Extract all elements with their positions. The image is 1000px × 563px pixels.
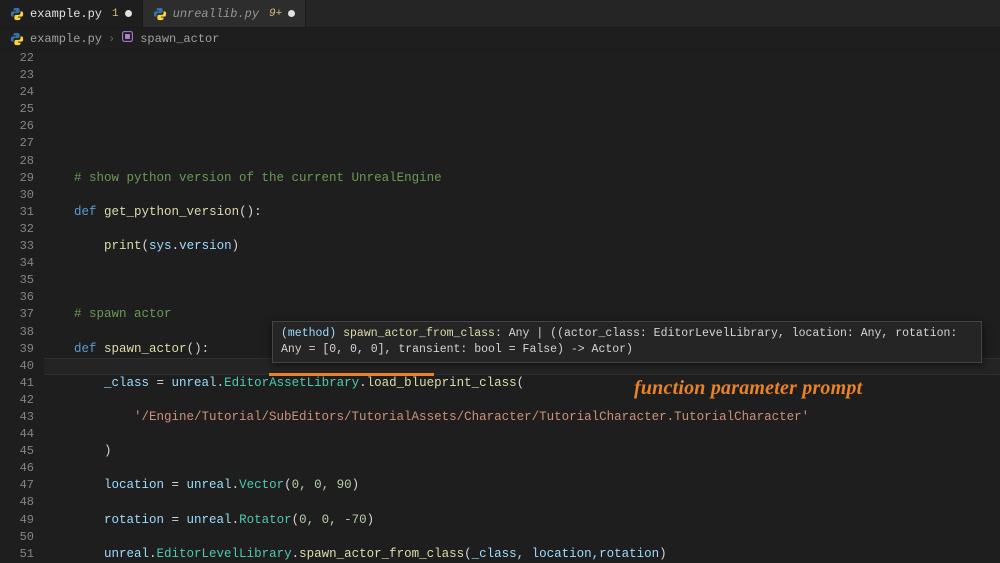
tab-dirty-count: 1	[112, 8, 119, 20]
annotation-label: function parameter prompt	[634, 380, 862, 397]
chevron-right-icon: ›	[108, 32, 115, 46]
tab-label: unreallib.py	[173, 7, 259, 21]
symbol-method-icon	[121, 30, 134, 47]
python-icon	[153, 7, 167, 21]
tab-bar: example.py 1 unreallib.py 9+	[0, 0, 1000, 28]
tab-label: example.py	[30, 7, 102, 21]
line-number-gutter: 2223242526272829303132333435363738394041…	[0, 50, 44, 563]
tab-unreallib-py[interactable]: unreallib.py 9+	[143, 0, 307, 27]
code-area[interactable]: # show python version of the current Unr…	[44, 50, 1000, 563]
tab-example-py[interactable]: example.py 1	[0, 0, 143, 27]
python-icon	[10, 32, 24, 46]
parameter-hint-tooltip: (method) spawn_actor_from_class: Any | (…	[272, 321, 982, 363]
breadcrumb-symbol: spawn_actor	[140, 32, 219, 46]
breadcrumb-file: example.py	[30, 32, 102, 46]
code-editor[interactable]: 2223242526272829303132333435363738394041…	[0, 50, 1000, 563]
tab-modified-dot	[288, 10, 295, 17]
tab-dirty-count: 9+	[269, 8, 282, 20]
python-icon	[10, 7, 24, 21]
tab-modified-dot	[125, 10, 132, 17]
breadcrumb[interactable]: example.py › spawn_actor	[0, 28, 1000, 50]
